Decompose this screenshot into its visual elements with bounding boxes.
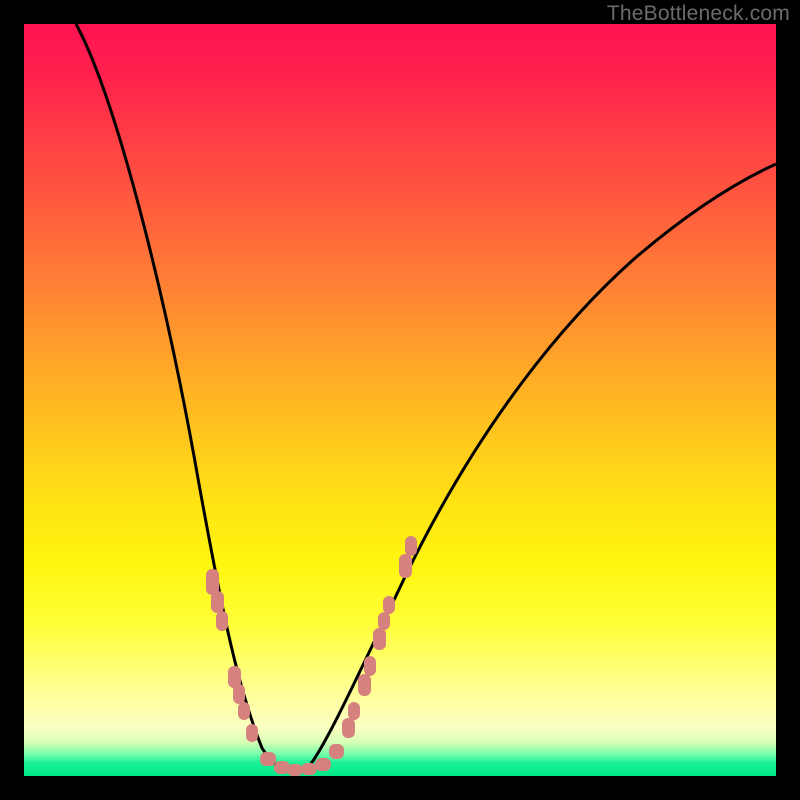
marker xyxy=(399,554,412,578)
marker xyxy=(238,702,250,720)
marker xyxy=(246,724,258,742)
watermark-text: TheBottleneck.com xyxy=(607,2,790,26)
curve-left-branch xyxy=(76,24,289,770)
marker xyxy=(378,612,390,630)
curve-group xyxy=(76,24,776,771)
marker xyxy=(373,628,386,650)
outer-frame: TheBottleneck.com xyxy=(0,0,800,800)
marker xyxy=(216,611,228,631)
marker xyxy=(364,656,376,676)
marker xyxy=(233,684,245,704)
marker xyxy=(287,764,303,776)
marker xyxy=(383,596,395,614)
marker xyxy=(301,763,317,775)
marker xyxy=(329,744,344,759)
marker xyxy=(405,536,417,556)
marker-group xyxy=(206,536,417,776)
marker xyxy=(358,674,371,696)
marker xyxy=(348,702,360,720)
marker xyxy=(211,591,224,613)
marker xyxy=(315,758,331,771)
chart-svg xyxy=(24,24,776,776)
marker xyxy=(342,718,355,738)
curve-right-branch xyxy=(307,164,776,769)
marker xyxy=(260,752,276,766)
